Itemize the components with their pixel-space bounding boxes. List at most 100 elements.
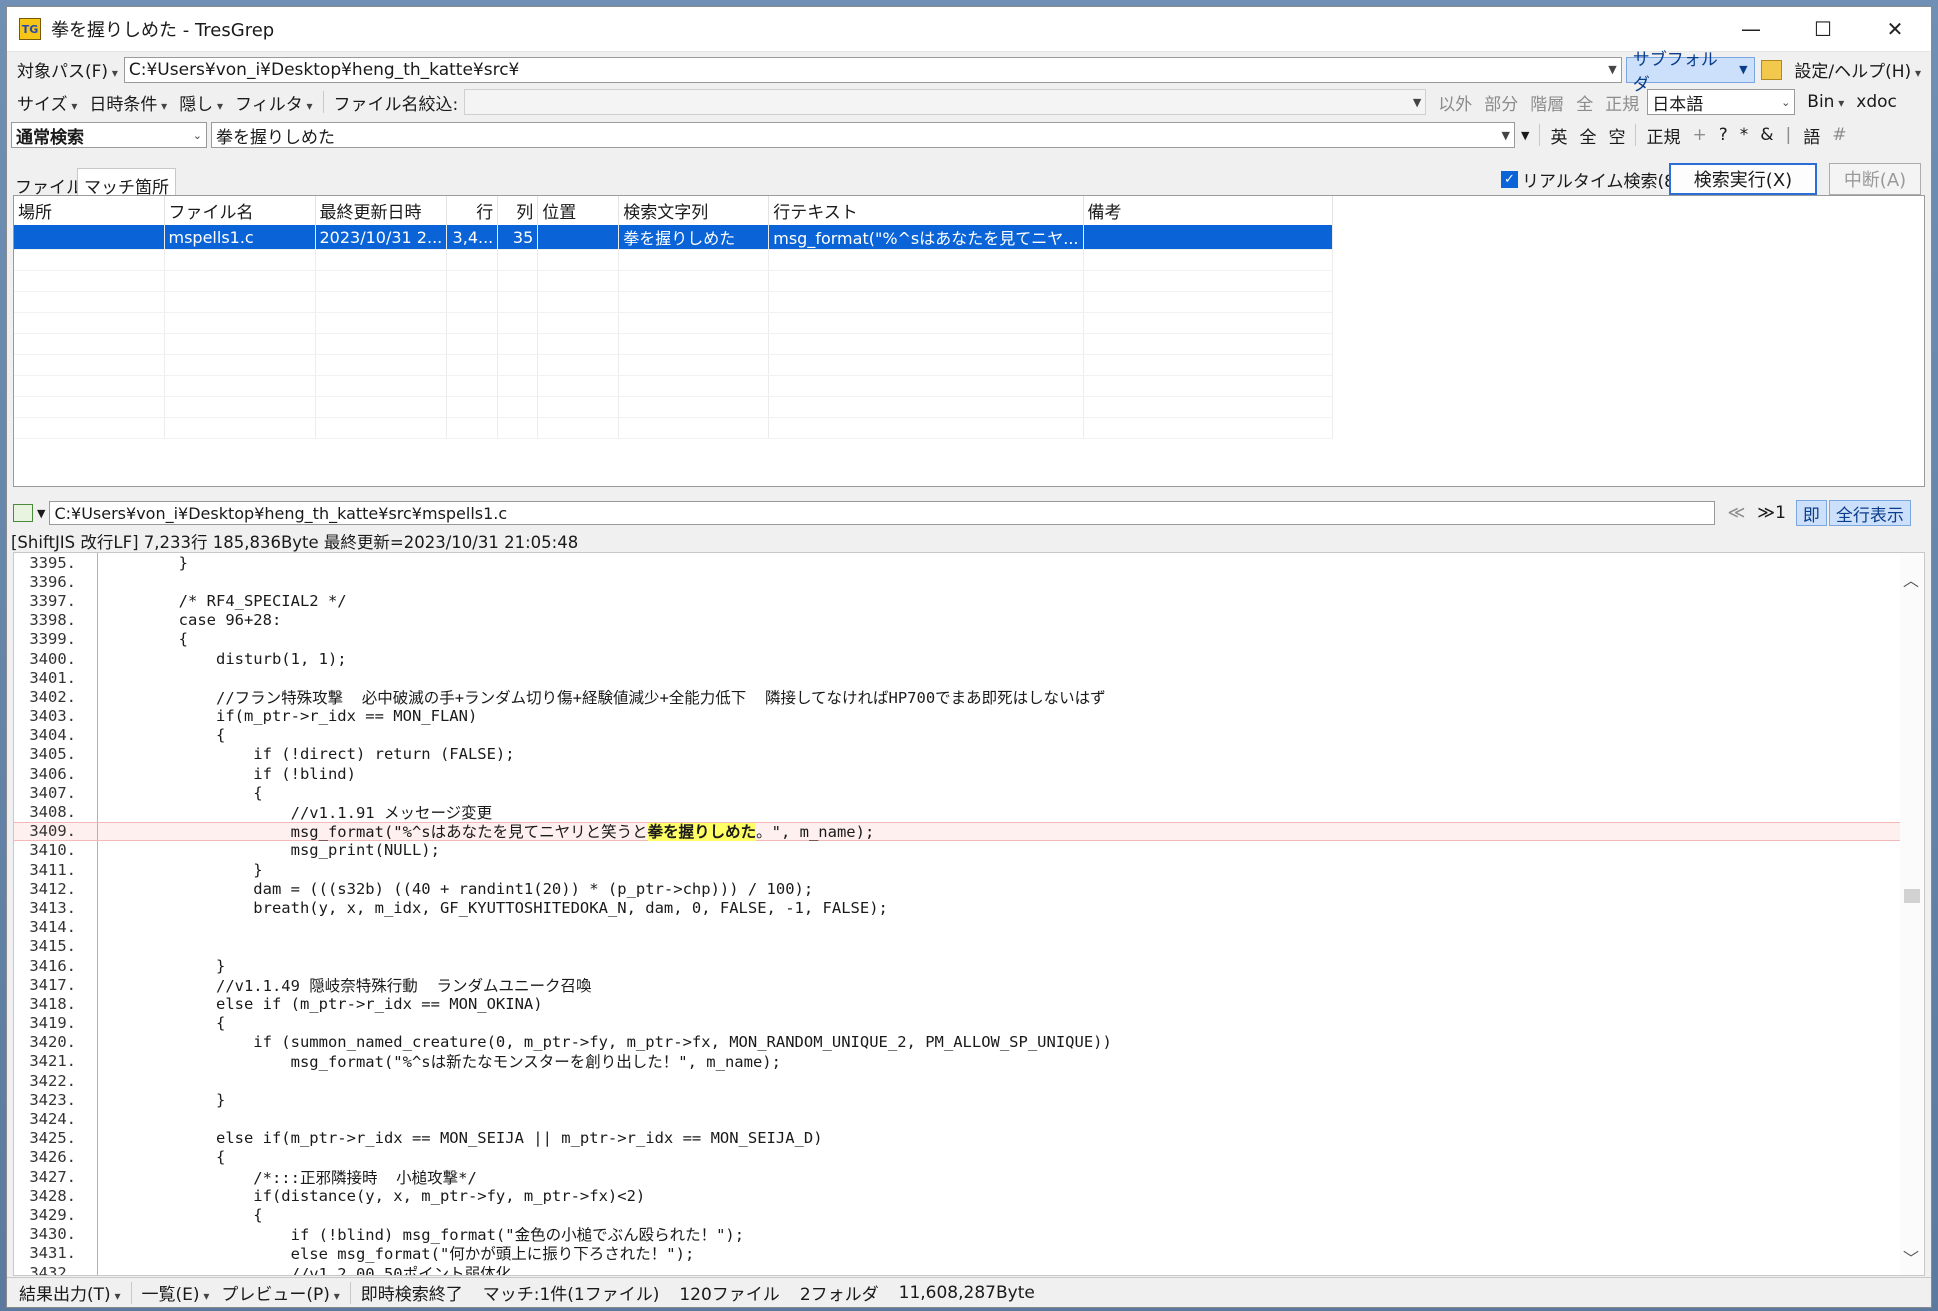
table-cell[interactable] [446, 417, 499, 439]
star-option[interactable]: * [1734, 125, 1755, 145]
output-menu[interactable]: 結果出力(T) [13, 1280, 127, 1305]
run-search-button[interactable]: 検索実行(X) [1669, 163, 1817, 195]
table-cell[interactable] [164, 270, 316, 292]
question-option[interactable]: ? [1713, 125, 1734, 145]
list-menu[interactable]: 一覧(E) [136, 1280, 216, 1305]
table-cell[interactable] [164, 333, 316, 355]
filename-filter-input[interactable]: ▼ [464, 89, 1427, 115]
table-row[interactable] [14, 417, 1333, 439]
chevron-up-icon[interactable]: ︿ [1903, 567, 1919, 591]
editor-icon[interactable] [13, 504, 33, 522]
table-row[interactable] [14, 375, 1333, 397]
table-cell[interactable] [14, 375, 165, 397]
table-cell[interactable] [497, 417, 539, 439]
table-cell[interactable] [618, 375, 770, 397]
stop-button[interactable]: 中断(A) [1829, 163, 1921, 195]
close-button[interactable]: ✕ [1859, 7, 1931, 52]
table-cell[interactable] [1083, 417, 1333, 439]
partial-option[interactable]: 部分 [1478, 90, 1524, 115]
table-cell[interactable] [164, 291, 316, 313]
table-cell[interactable] [14, 312, 165, 334]
table-cell[interactable] [618, 417, 770, 439]
realtime-checkbox[interactable]: ✓ リアルタイム検索(8) [1501, 167, 1682, 192]
table-row[interactable] [14, 291, 1333, 313]
column-header[interactable]: 検索文字列 [618, 196, 770, 225]
table-row[interactable] [14, 333, 1333, 355]
table-cell[interactable] [14, 354, 165, 376]
table-row[interactable] [14, 396, 1333, 418]
table-cell[interactable] [768, 312, 1084, 334]
column-header[interactable]: 列 [497, 196, 539, 225]
hash-option[interactable]: # [1826, 125, 1852, 145]
target-path-menu[interactable]: 対象パス(F) [11, 57, 124, 82]
table-cell[interactable] [1083, 270, 1333, 292]
table-cell[interactable] [14, 396, 165, 418]
table-cell[interactable] [446, 333, 499, 355]
table-cell[interactable] [1083, 396, 1333, 418]
table-cell[interactable] [315, 333, 448, 355]
hidden-menu[interactable]: 隠し [173, 90, 229, 115]
table-cell[interactable] [164, 312, 316, 334]
search-query-input[interactable]: 拳を握りしめた ▼ [211, 122, 1515, 148]
all-option[interactable]: 全 [1570, 90, 1599, 115]
vertical-scrollbar[interactable]: ︿ ﹀ [1900, 553, 1924, 1275]
table-cell[interactable] [14, 291, 165, 313]
table-cell[interactable] [315, 375, 448, 397]
table-cell[interactable] [14, 417, 165, 439]
settings-help-menu[interactable]: 設定/ヘルプ(H) [1788, 57, 1927, 82]
table-cell[interactable] [768, 333, 1084, 355]
table-cell[interactable] [497, 396, 539, 418]
table-row[interactable] [14, 312, 1333, 334]
table-cell[interactable] [446, 354, 499, 376]
table-cell[interactable] [1083, 291, 1333, 313]
pipe-option[interactable]: | [1780, 125, 1798, 145]
column-header[interactable]: 最終更新日時 [315, 196, 448, 225]
table-cell[interactable] [618, 291, 770, 313]
checkbox-check-icon[interactable]: ✓ [1501, 171, 1518, 188]
table-cell[interactable] [315, 312, 448, 334]
table-cell[interactable]: 拳を握りしめた [618, 225, 770, 250]
column-header[interactable]: 場所 [14, 196, 165, 225]
table-cell[interactable] [14, 333, 165, 355]
table-cell[interactable] [315, 417, 448, 439]
table-row[interactable] [14, 270, 1333, 292]
bin-menu[interactable]: Bin [1801, 92, 1850, 112]
table-cell[interactable] [164, 396, 316, 418]
table-cell[interactable] [537, 291, 620, 313]
table-cell[interactable] [446, 375, 499, 397]
table-cell[interactable] [164, 354, 316, 376]
table-cell[interactable] [768, 396, 1084, 418]
table-cell[interactable]: mspells1.c [164, 225, 316, 250]
table-cell[interactable] [537, 333, 620, 355]
column-header[interactable]: 行 [446, 196, 499, 225]
table-cell[interactable] [1083, 333, 1333, 355]
fullwidth-option[interactable]: 全 [1573, 123, 1602, 148]
encoding-select[interactable]: 日本語 ⌄ [1647, 89, 1796, 115]
table-cell[interactable] [537, 312, 620, 334]
full-view-toggle[interactable]: 全行表示 [1828, 500, 1911, 526]
chevron-down-icon[interactable]: ▼ [1521, 129, 1529, 142]
size-menu[interactable]: サイズ [11, 90, 83, 115]
search-mode-select[interactable]: 通常検索 ⌄ [11, 122, 207, 148]
table-cell[interactable]: msg_format("%^sはあなたを見てニヤ... [768, 225, 1084, 250]
table-cell[interactable] [315, 249, 448, 271]
table-cell[interactable] [14, 270, 165, 292]
table-cell[interactable] [537, 270, 620, 292]
chevron-down-icon[interactable]: ▼ [37, 507, 45, 520]
table-cell[interactable] [446, 291, 499, 313]
column-header[interactable]: 位置 [537, 196, 620, 225]
except-option[interactable]: 以外 [1432, 90, 1478, 115]
table-row[interactable] [14, 249, 1333, 271]
english-option[interactable]: 英 [1544, 123, 1573, 148]
column-header[interactable]: 備考 [1083, 196, 1333, 225]
table-cell[interactable] [446, 249, 499, 271]
table-cell[interactable] [315, 291, 448, 313]
table-cell[interactable] [497, 354, 539, 376]
table-cell[interactable]: 35 [497, 225, 539, 250]
table-cell[interactable] [497, 249, 539, 271]
table-cell[interactable]: 3,4... [446, 225, 499, 250]
space-option[interactable]: 空 [1602, 123, 1631, 148]
table-cell[interactable] [537, 249, 620, 271]
next-match-button[interactable]: ≫1 [1751, 503, 1792, 523]
table-cell[interactable] [497, 312, 539, 334]
